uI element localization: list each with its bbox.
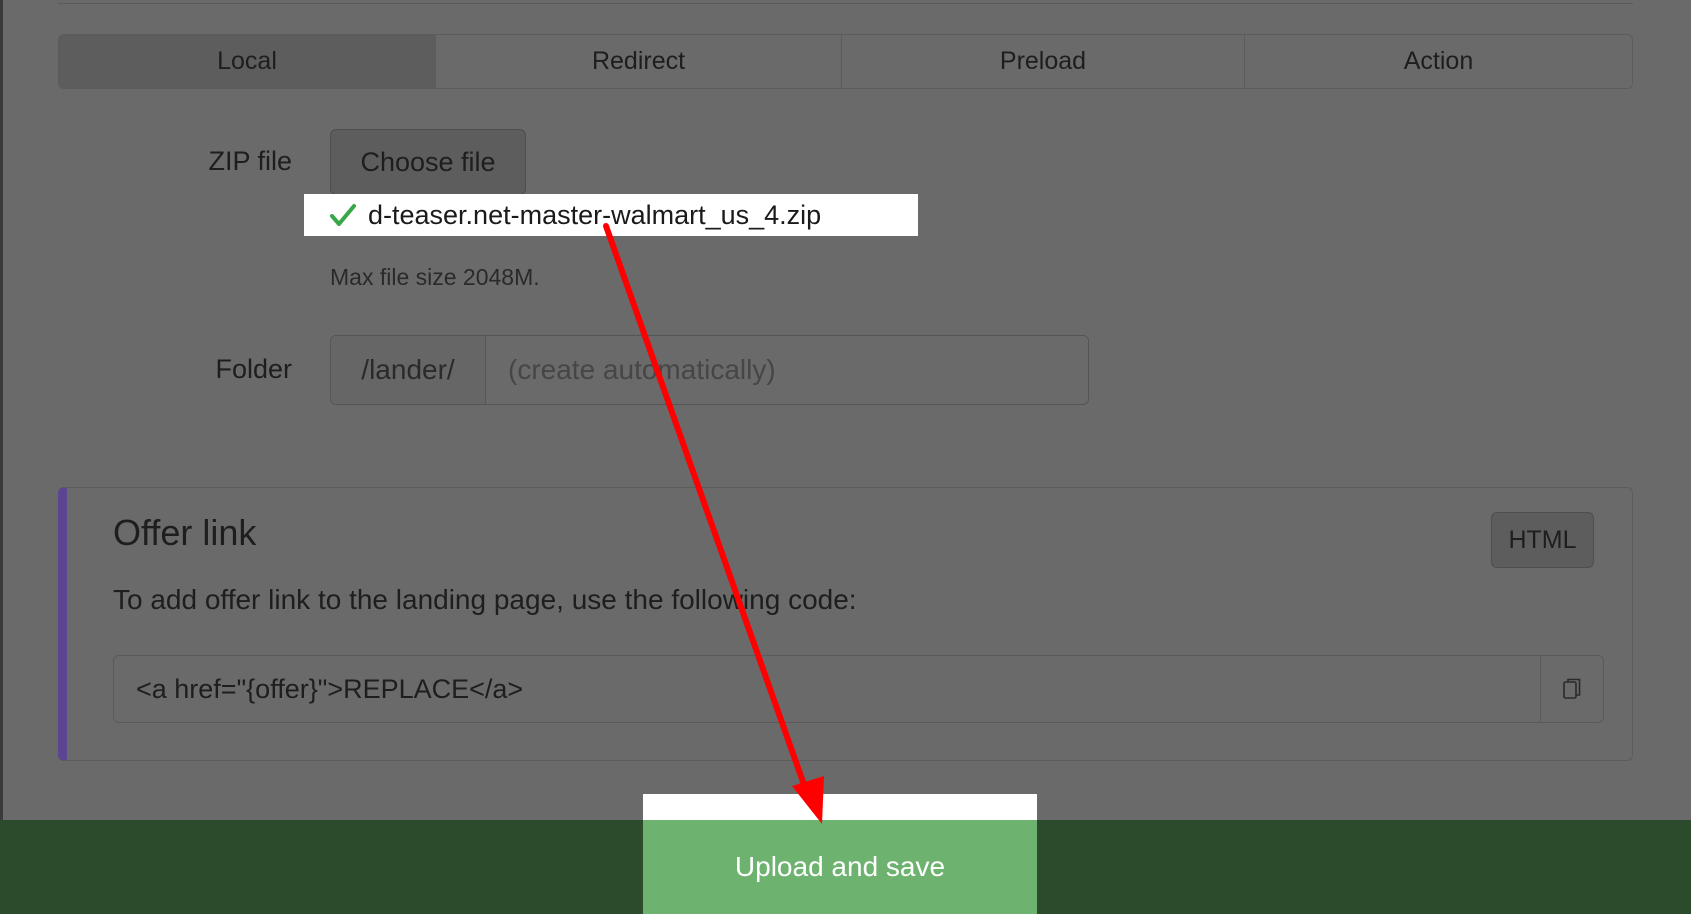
offer-link-description: To add offer link to the landing page, u… [113, 584, 857, 615]
offer-link-title: Offer link [113, 512, 257, 553]
zip-file-label: ZIP file [208, 146, 292, 176]
folder-input[interactable] [486, 336, 1088, 404]
upload-and-save-button[interactable]: Upload and save [643, 820, 1037, 914]
folder-label: Folder [215, 354, 292, 384]
copy-icon [1563, 678, 1581, 699]
choose-file-button[interactable]: Choose file [330, 129, 526, 195]
selected-file: d-teaser.net-master-walmart_us_4.zip [304, 194, 918, 236]
offer-code[interactable]: <a href="{offer}">REPLACE</a> [114, 656, 1540, 722]
tab-action[interactable]: Action [1245, 35, 1632, 88]
tab-redirect[interactable]: Redirect [436, 35, 842, 88]
copy-button[interactable] [1540, 656, 1603, 722]
max-file-size-hint: Max file size 2048M. [330, 264, 540, 290]
folder-input-group: /lander/ [330, 335, 1089, 405]
check-icon [330, 204, 356, 226]
selected-file-name: d-teaser.net-master-walmart_us_4.zip [368, 199, 822, 230]
folder-prefix: /lander/ [331, 336, 486, 404]
offer-code-box: <a href="{offer}">REPLACE</a> [113, 655, 1604, 723]
window-edge [0, 0, 3, 820]
tab-preload[interactable]: Preload [842, 35, 1245, 88]
annotation-arrow [603, 223, 824, 824]
offer-link-panel: Offer link HTML To add offer link to the… [58, 487, 1633, 761]
source-tabs: Local Redirect Preload Action [58, 34, 1633, 89]
divider [58, 3, 1633, 4]
upload-lander-dialog: Local Redirect Preload Action ZIP file C… [0, 0, 1691, 914]
tab-local[interactable]: Local [59, 35, 436, 88]
html-format-button[interactable]: HTML [1491, 512, 1594, 568]
